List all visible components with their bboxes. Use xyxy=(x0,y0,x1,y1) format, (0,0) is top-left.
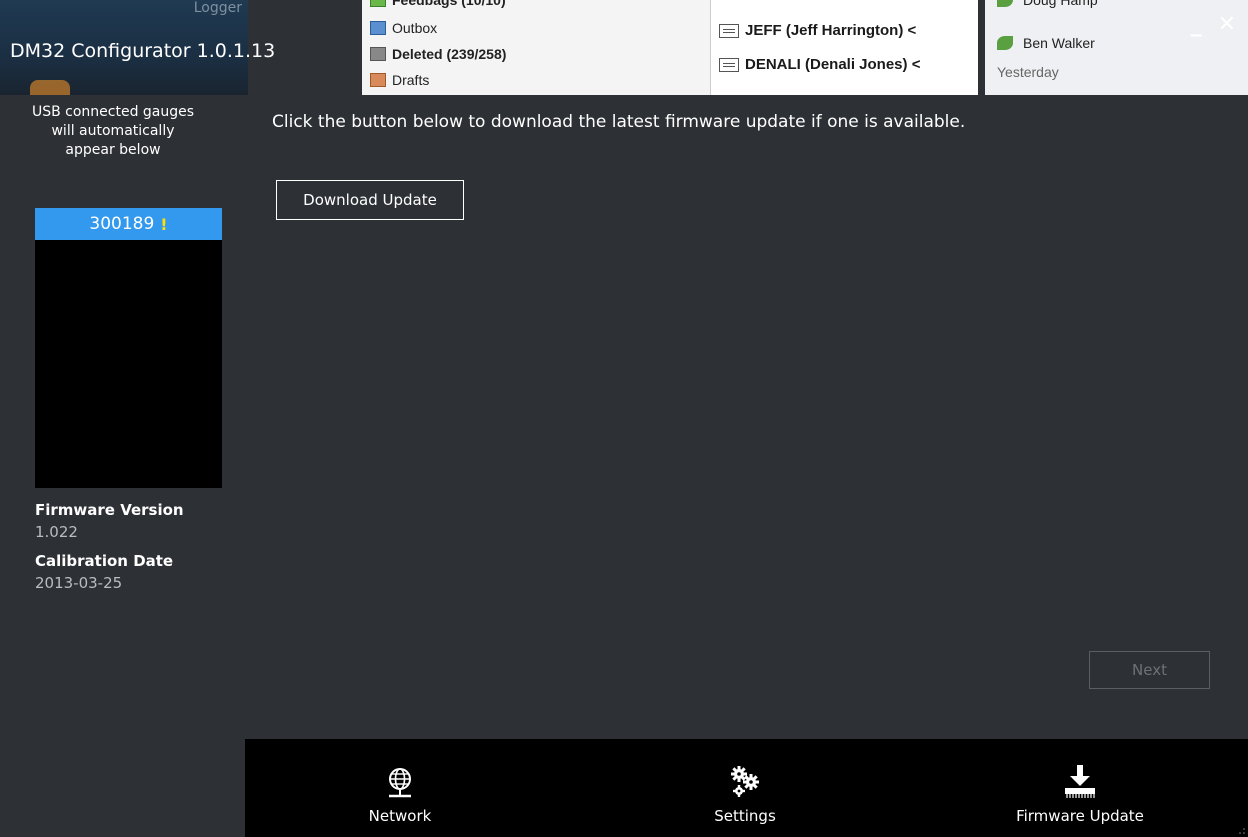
resize-grip-icon[interactable] xyxy=(1238,827,1246,835)
network-globe-icon xyxy=(389,768,411,798)
envelope-icon xyxy=(719,23,739,38)
close-button[interactable]: ✕ xyxy=(1218,14,1236,36)
calibration-date-value: 2013-03-25 xyxy=(35,574,123,592)
download-update-button[interactable]: Download Update xyxy=(276,180,464,220)
envelope-icon xyxy=(719,57,739,72)
contact-icon xyxy=(997,36,1013,50)
mail-folder-label: Drafts xyxy=(392,72,430,88)
contact-icon xyxy=(997,0,1013,7)
message-sender: JEFF (Jeff Harrington) < xyxy=(745,22,917,39)
contact-name: Doug Hamp xyxy=(1023,0,1098,8)
background-logo-shape xyxy=(30,80,70,95)
gauge-sidebar: USB connected gauges will automatically … xyxy=(0,95,245,837)
nav-settings-label: Settings xyxy=(714,807,776,825)
nav-network-label: Network xyxy=(368,807,432,825)
contact-row: Ben Walker xyxy=(997,35,1095,51)
nav-firmware-update[interactable]: Firmware Update xyxy=(1005,739,1155,837)
gauge-list[interactable]: 300189 ! xyxy=(35,208,222,488)
firmware-instruction-text: Click the button below to download the l… xyxy=(272,112,966,132)
background-mail-folders: Feedbags (10/10) Outbox Deleted (239/258… xyxy=(362,0,710,95)
message-row: JEFF (Jeff Harrington) < xyxy=(719,22,916,39)
contact-row: Doug Hamp xyxy=(997,0,1098,8)
bottom-navigation: Network Settings Firmware Update xyxy=(245,739,1248,837)
firmware-version-label: Firmware Version xyxy=(35,501,184,519)
mail-folder-label: Outbox xyxy=(392,20,438,36)
calibration-date-label: Calibration Date xyxy=(35,552,174,570)
nav-network[interactable]: Network xyxy=(345,739,455,837)
trash-icon xyxy=(370,47,386,61)
warning-icon: ! xyxy=(160,214,168,234)
title-bar: Logger Feedbags (10/10) Outbox Deleted (… xyxy=(0,0,1248,95)
background-message-list: JEFF (Jeff Harrington) < DENALI (Denali … xyxy=(710,0,979,95)
outbox-icon xyxy=(370,21,386,35)
message-row: DENALI (Denali Jones) < xyxy=(719,56,920,73)
mail-folder-row: Drafts xyxy=(370,72,429,88)
title-bar-gap xyxy=(978,0,985,95)
nav-firmware-update-label: Firmware Update xyxy=(1016,807,1144,825)
usb-hint-text: USB connected gauges will automatically … xyxy=(31,104,195,158)
mail-folder-label: Deleted (239/258) xyxy=(392,46,507,62)
folder-icon xyxy=(370,0,386,7)
mail-folder-row: Feedbags (10/10) xyxy=(370,0,506,8)
firmware-download-icon xyxy=(1065,765,1095,798)
mail-folder-label: Feedbags (10/10) xyxy=(392,0,506,8)
date-group-label: Yesterday xyxy=(997,64,1059,80)
contact-name: Ben Walker xyxy=(1023,35,1095,51)
gears-icon xyxy=(731,766,759,797)
mail-folder-row: Outbox xyxy=(370,20,437,36)
firmware-version-value: 1.022 xyxy=(35,523,78,541)
next-button[interactable]: Next xyxy=(1089,651,1210,689)
minimize-button[interactable]: _ xyxy=(1191,14,1202,36)
window-controls: _ ✕ xyxy=(1191,14,1236,36)
gauge-list-item[interactable]: 300189 ! xyxy=(35,208,222,240)
drafts-icon xyxy=(370,73,386,87)
message-sender: DENALI (Denali Jones) < xyxy=(745,56,921,73)
mail-folder-row: Deleted (239/258) xyxy=(370,46,506,62)
window-title: DM32 Configurator 1.0.1.13 xyxy=(10,40,276,62)
gauge-serial: 300189 xyxy=(89,214,155,234)
background-logger-text: Logger xyxy=(193,0,242,16)
nav-settings[interactable]: Settings xyxy=(685,739,805,837)
